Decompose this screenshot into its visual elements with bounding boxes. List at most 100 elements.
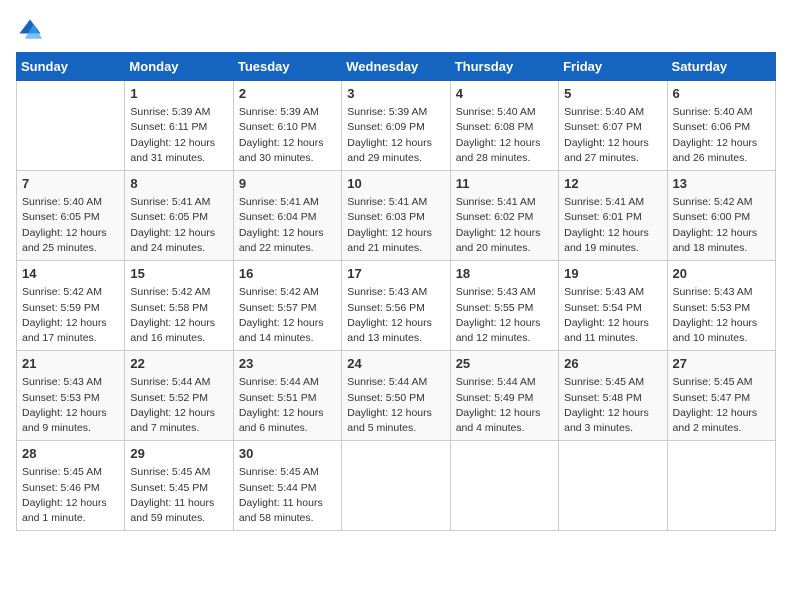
calendar-cell: 21Sunrise: 5:43 AM Sunset: 5:53 PM Dayli… — [17, 351, 125, 441]
day-info: Sunrise: 5:39 AM Sunset: 6:09 PM Dayligh… — [347, 105, 444, 166]
day-number: 2 — [239, 85, 336, 103]
calendar-week-row: 7 Sunrise: 5:40 AM Sunset: 6:05 PM Daylig… — [17, 171, 776, 261]
day-number: 15 — [130, 265, 227, 283]
weekday-header: Thursday — [450, 53, 558, 81]
day-info: Sunrise: 5:44 AM Sunset: 5:50 PM Dayligh… — [347, 375, 444, 436]
calendar-cell: 28 Sunrise: 5:45 AM Sunset: 5:46 PM Dayli… — [17, 441, 125, 531]
calendar-week-row: 21Sunrise: 5:43 AM Sunset: 5:53 PM Dayli… — [17, 351, 776, 441]
calendar-cell: 26 Sunrise: 5:45 AM Sunset: 5:48 PM Dayli… — [559, 351, 667, 441]
calendar-cell: 5 Sunrise: 5:40 AM Sunset: 6:07 PM Daylig… — [559, 81, 667, 171]
day-info: Sunrise: 5:41 AM Sunset: 6:04 PM Dayligh… — [239, 195, 336, 256]
day-number: 30 — [239, 445, 336, 463]
calendar-header: SundayMondayTuesdayWednesdayThursdayFrid… — [17, 53, 776, 81]
day-number: 22 — [130, 355, 227, 373]
day-info: Sunrise: 5:45 AM Sunset: 5:47 PM Dayligh… — [673, 375, 770, 436]
weekday-header: Wednesday — [342, 53, 450, 81]
day-number: 13 — [673, 175, 770, 193]
day-info: Sunrise: 5:44 AM Sunset: 5:51 PM Dayligh… — [239, 375, 336, 436]
day-info: Sunrise: 5:40 AM Sunset: 6:08 PM Dayligh… — [456, 105, 553, 166]
day-number: 20 — [673, 265, 770, 283]
day-info: Sunrise: 5:41 AM Sunset: 6:02 PM Dayligh… — [456, 195, 553, 256]
day-number: 12 — [564, 175, 661, 193]
calendar-cell: 27 Sunrise: 5:45 AM Sunset: 5:47 PM Dayli… — [667, 351, 775, 441]
calendar-cell: 3 Sunrise: 5:39 AM Sunset: 6:09 PM Daylig… — [342, 81, 450, 171]
calendar-cell: 16Sunrise: 5:42 AM Sunset: 5:57 PM Dayli… — [233, 261, 341, 351]
calendar-cell: 1 Sunrise: 5:39 AM Sunset: 6:11 PM Daylig… — [125, 81, 233, 171]
day-info: Sunrise: 5:42 AM Sunset: 5:59 PM Dayligh… — [22, 285, 119, 346]
weekday-header: Sunday — [17, 53, 125, 81]
day-number: 4 — [456, 85, 553, 103]
calendar-cell: 4 Sunrise: 5:40 AM Sunset: 6:08 PM Daylig… — [450, 81, 558, 171]
day-info: Sunrise: 5:42 AM Sunset: 6:00 PM Dayligh… — [673, 195, 770, 256]
calendar-cell: 18Sunrise: 5:43 AM Sunset: 5:55 PM Dayli… — [450, 261, 558, 351]
day-number: 25 — [456, 355, 553, 373]
calendar-cell — [17, 81, 125, 171]
day-number: 26 — [564, 355, 661, 373]
day-info: Sunrise: 5:40 AM Sunset: 6:05 PM Dayligh… — [22, 195, 119, 256]
day-number: 1 — [130, 85, 227, 103]
day-info: Sunrise: 5:41 AM Sunset: 6:05 PM Dayligh… — [130, 195, 227, 256]
day-number: 16 — [239, 265, 336, 283]
day-number: 9 — [239, 175, 336, 193]
day-number: 10 — [347, 175, 444, 193]
calendar-cell: 10 Sunrise: 5:41 AM Sunset: 6:03 PM Dayli… — [342, 171, 450, 261]
day-number: 6 — [673, 85, 770, 103]
day-number: 28 — [22, 445, 119, 463]
day-number: 14 — [22, 265, 119, 283]
day-number: 19 — [564, 265, 661, 283]
day-info: Sunrise: 5:45 AM Sunset: 5:45 PM Dayligh… — [130, 465, 227, 526]
weekday-header: Friday — [559, 53, 667, 81]
day-number: 5 — [564, 85, 661, 103]
calendar-cell: 6 Sunrise: 5:40 AM Sunset: 6:06 PM Daylig… — [667, 81, 775, 171]
day-info: Sunrise: 5:44 AM Sunset: 5:49 PM Dayligh… — [456, 375, 553, 436]
day-info: Sunrise: 5:43 AM Sunset: 5:54 PM Dayligh… — [564, 285, 661, 346]
calendar-cell: 11 Sunrise: 5:41 AM Sunset: 6:02 PM Dayli… — [450, 171, 558, 261]
day-info: Sunrise: 5:43 AM Sunset: 5:53 PM Dayligh… — [22, 375, 119, 436]
calendar-cell: 19 Sunrise: 5:43 AM Sunset: 5:54 PM Dayli… — [559, 261, 667, 351]
calendar-cell — [667, 441, 775, 531]
calendar-cell: 20Sunrise: 5:43 AM Sunset: 5:53 PM Dayli… — [667, 261, 775, 351]
weekday-header: Saturday — [667, 53, 775, 81]
day-number: 11 — [456, 175, 553, 193]
day-number: 7 — [22, 175, 119, 193]
calendar-cell: 12 Sunrise: 5:41 AM Sunset: 6:01 PM Dayli… — [559, 171, 667, 261]
logo-icon — [16, 16, 44, 44]
calendar-cell: 9 Sunrise: 5:41 AM Sunset: 6:04 PM Daylig… — [233, 171, 341, 261]
day-info: Sunrise: 5:40 AM Sunset: 6:07 PM Dayligh… — [564, 105, 661, 166]
day-info: Sunrise: 5:39 AM Sunset: 6:10 PM Dayligh… — [239, 105, 336, 166]
calendar-cell: 2 Sunrise: 5:39 AM Sunset: 6:10 PM Daylig… — [233, 81, 341, 171]
calendar-cell: 7 Sunrise: 5:40 AM Sunset: 6:05 PM Daylig… — [17, 171, 125, 261]
calendar-week-row: 14 Sunrise: 5:42 AM Sunset: 5:59 PM Dayli… — [17, 261, 776, 351]
calendar-week-row: 28 Sunrise: 5:45 AM Sunset: 5:46 PM Dayli… — [17, 441, 776, 531]
calendar-cell — [559, 441, 667, 531]
logo — [16, 16, 48, 44]
day-number: 3 — [347, 85, 444, 103]
calendar-cell: 14 Sunrise: 5:42 AM Sunset: 5:59 PM Dayli… — [17, 261, 125, 351]
calendar-cell: 8 Sunrise: 5:41 AM Sunset: 6:05 PM Daylig… — [125, 171, 233, 261]
weekday-header: Tuesday — [233, 53, 341, 81]
day-info: Sunrise: 5:45 AM Sunset: 5:48 PM Dayligh… — [564, 375, 661, 436]
calendar-cell: 30 Sunrise: 5:45 AM Sunset: 5:44 PM Dayli… — [233, 441, 341, 531]
day-info: Sunrise: 5:39 AM Sunset: 6:11 PM Dayligh… — [130, 105, 227, 166]
day-info: Sunrise: 5:41 AM Sunset: 6:03 PM Dayligh… — [347, 195, 444, 256]
day-info: Sunrise: 5:41 AM Sunset: 6:01 PM Dayligh… — [564, 195, 661, 256]
calendar-cell — [450, 441, 558, 531]
day-number: 8 — [130, 175, 227, 193]
calendar-table: SundayMondayTuesdayWednesdayThursdayFrid… — [16, 52, 776, 531]
day-info: Sunrise: 5:44 AM Sunset: 5:52 PM Dayligh… — [130, 375, 227, 436]
calendar-cell: 23 Sunrise: 5:44 AM Sunset: 5:51 PM Dayli… — [233, 351, 341, 441]
day-number: 29 — [130, 445, 227, 463]
calendar-cell: 22 Sunrise: 5:44 AM Sunset: 5:52 PM Dayli… — [125, 351, 233, 441]
calendar-cell: 13 Sunrise: 5:42 AM Sunset: 6:00 PM Dayli… — [667, 171, 775, 261]
day-number: 24 — [347, 355, 444, 373]
weekday-header: Monday — [125, 53, 233, 81]
day-info: Sunrise: 5:45 AM Sunset: 5:46 PM Dayligh… — [22, 465, 119, 526]
day-number: 23 — [239, 355, 336, 373]
calendar-cell: 24 Sunrise: 5:44 AM Sunset: 5:50 PM Dayli… — [342, 351, 450, 441]
day-number: 17 — [347, 265, 444, 283]
day-number: 27 — [673, 355, 770, 373]
day-info: Sunrise: 5:43 AM Sunset: 5:55 PM Dayligh… — [456, 285, 553, 346]
day-info: Sunrise: 5:45 AM Sunset: 5:44 PM Dayligh… — [239, 465, 336, 526]
day-info: Sunrise: 5:40 AM Sunset: 6:06 PM Dayligh… — [673, 105, 770, 166]
page-header — [16, 16, 776, 44]
